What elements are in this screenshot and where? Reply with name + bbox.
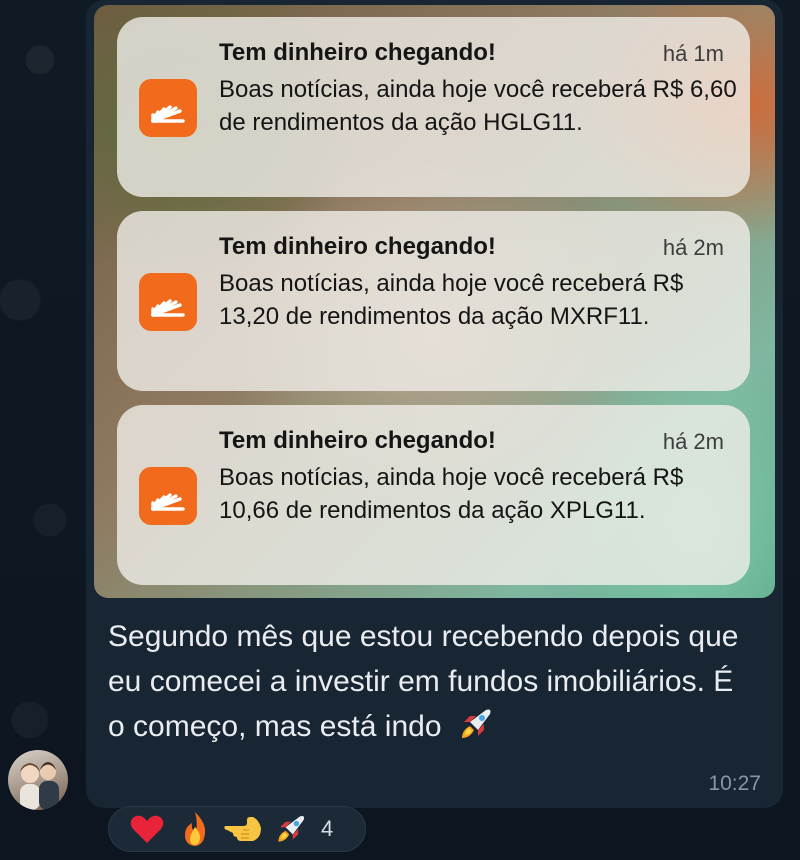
sunrise-logo-icon: [151, 493, 185, 511]
notification-title: Tem dinheiro chegando!: [219, 427, 496, 454]
notification-card: Tem dinheiro chegando! há 2m Boas notíci…: [117, 211, 750, 391]
message-bubble[interactable]: Tem dinheiro chegando! há 1m Boas notíci…: [86, 0, 783, 808]
notification-card: Tem dinheiro chegando! há 1m Boas notíci…: [117, 17, 750, 197]
notification-title: Tem dinheiro chegando!: [219, 233, 496, 260]
sunrise-logo-icon: [151, 105, 185, 123]
reaction-heart[interactable]: [123, 809, 171, 849]
app-icon: [139, 273, 197, 331]
avatar-photo: [20, 762, 59, 810]
app-icon: [139, 79, 197, 137]
rocket-icon: [461, 709, 491, 738]
reaction-fire[interactable]: [171, 809, 219, 849]
reaction-count: 4: [321, 816, 334, 841]
notification-card: Tem dinheiro chegando! há 2m Boas notíci…: [117, 405, 750, 585]
notification-body: Boas notícias, ainda hoje você receberá …: [219, 464, 684, 524]
notification-title: Tem dinheiro chegando!: [219, 39, 496, 66]
message-text: Segundo mês que estou recebendo depois q…: [108, 614, 748, 749]
message-text-content: Segundo mês que estou recebendo depois q…: [108, 620, 739, 743]
pointing-hand-icon: [224, 817, 261, 841]
message-timestamp: 10:27: [708, 772, 761, 795]
reaction-pointing-hand[interactable]: [219, 809, 267, 849]
rocket-icon: [278, 815, 305, 842]
notification-time: há 1m: [662, 41, 724, 66]
notification-body: Boas notícias, ainda hoje você receberá …: [219, 270, 684, 330]
notification-body: Boas notícias, ainda hoje você receberá …: [219, 76, 737, 136]
notification-time: há 2m: [662, 235, 724, 260]
app-icon: [139, 467, 197, 525]
reactions-bar[interactable]: 4: [108, 806, 366, 852]
notification-time: há 2m: [662, 429, 724, 454]
heart-icon: [130, 815, 164, 843]
notifications-screenshot-image[interactable]: Tem dinheiro chegando! há 1m Boas notíci…: [94, 5, 775, 598]
sunrise-logo-icon: [151, 299, 185, 317]
reaction-rocket[interactable]: [267, 809, 315, 849]
sender-avatar[interactable]: [8, 750, 68, 810]
fire-icon: [185, 812, 206, 846]
